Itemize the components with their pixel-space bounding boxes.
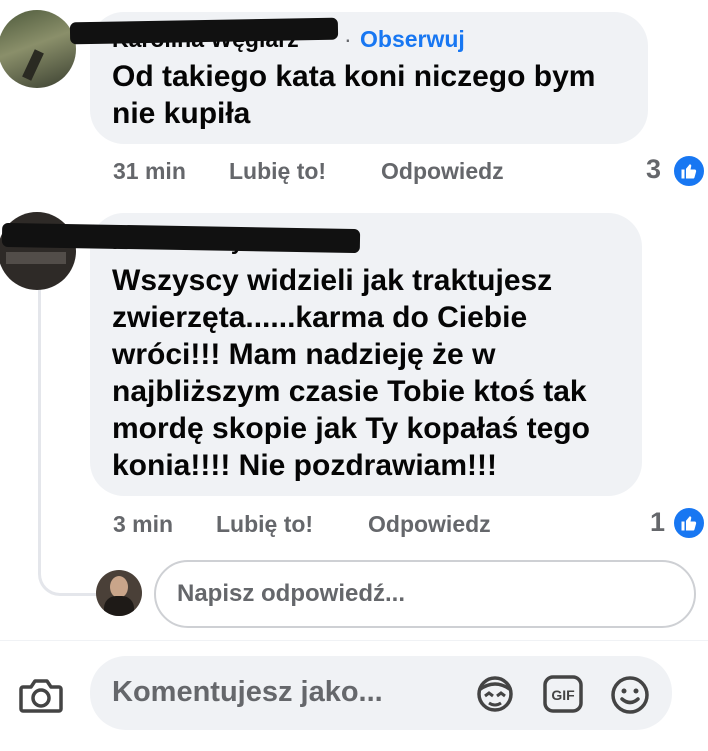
comment-2-like-button[interactable]: Lubię to! bbox=[216, 511, 313, 538]
gif-icon-label: GIF bbox=[551, 687, 575, 703]
comment-2-line: Wszyscy widzieli jak traktujesz bbox=[112, 264, 553, 297]
comment-2-line: konia!!!! Nie pozdrawiam!!! bbox=[112, 449, 498, 482]
avatar-sticker-icon[interactable] bbox=[472, 672, 518, 716]
comment-1-reply-button[interactable]: Odpowiedz bbox=[381, 158, 504, 185]
comment-2-text: Wszyscy widzieli jak traktujesz zwierzęt… bbox=[112, 262, 642, 484]
comment-2-line: najbliższym czasie Tobie ktoś tak bbox=[112, 375, 587, 408]
comment-1-avatar[interactable] bbox=[0, 10, 76, 88]
gif-icon[interactable]: GIF bbox=[542, 674, 584, 714]
comment-1-author-redaction bbox=[69, 17, 339, 45]
comment-1-text: Od takiego kata koni niczego bym nie kup… bbox=[112, 58, 642, 132]
comment-1-line: nie kupiła bbox=[112, 97, 251, 130]
comment-2-line: mordę skopie jak Ty kopałaś tego bbox=[112, 412, 590, 445]
comment-2-reaction-count[interactable]: 1 bbox=[650, 507, 665, 538]
reply-input-placeholder: Napisz odpowiedź... bbox=[177, 580, 406, 607]
comment-2-reply-button[interactable]: Odpowiedz bbox=[368, 511, 491, 538]
comment-2-line: zwierzęta......karma do Ciebie bbox=[112, 301, 528, 334]
comment-1-time: 31 min bbox=[113, 158, 186, 184]
comment-1-like-button[interactable]: Lubię to! bbox=[229, 158, 326, 185]
follow-button[interactable]: Obserwuj bbox=[360, 26, 465, 53]
comment-input-placeholder: Komentujesz jako... bbox=[112, 676, 383, 708]
like-thumb-icon[interactable] bbox=[672, 506, 706, 540]
comment-2-line: wróci!!! Mam nadzieję że w bbox=[112, 338, 496, 371]
comment-1-separator: · bbox=[344, 26, 352, 52]
comment-1-line: Od takiego kata koni niczego bym bbox=[112, 60, 596, 93]
comment-2-time: 3 min bbox=[113, 511, 174, 537]
camera-icon[interactable] bbox=[18, 676, 64, 714]
current-user-avatar bbox=[96, 570, 142, 616]
like-thumb-icon[interactable] bbox=[672, 154, 706, 188]
comment-1-reaction-count[interactable]: 3 bbox=[646, 154, 661, 185]
emoji-icon[interactable] bbox=[608, 674, 652, 716]
